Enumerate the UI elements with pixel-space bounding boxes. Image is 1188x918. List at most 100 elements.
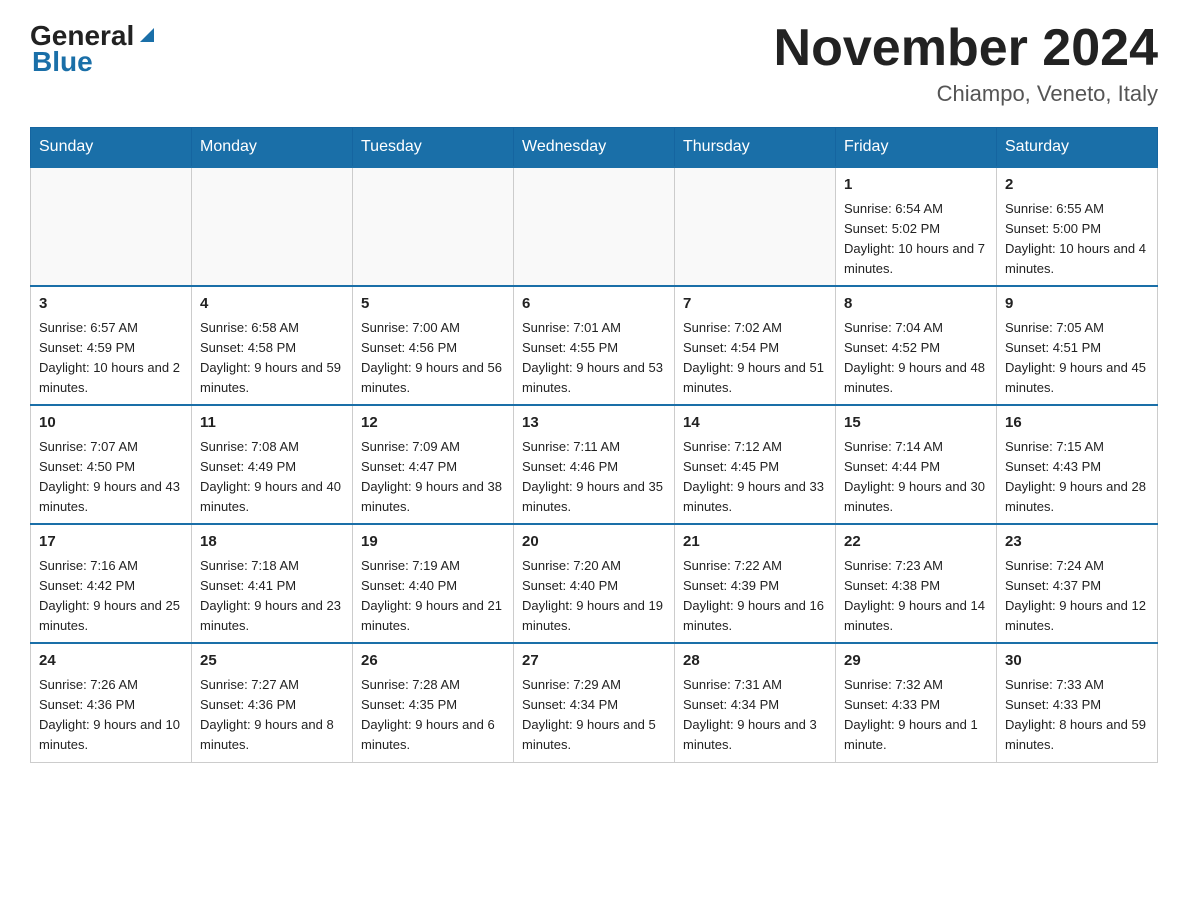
calendar-cell: 19Sunrise: 7:19 AM Sunset: 4:40 PM Dayli… xyxy=(353,524,514,643)
day-info: Sunrise: 7:16 AM Sunset: 4:42 PM Dayligh… xyxy=(39,556,183,637)
calendar-cell: 1Sunrise: 6:54 AM Sunset: 5:02 PM Daylig… xyxy=(836,167,997,286)
day-info: Sunrise: 7:11 AM Sunset: 4:46 PM Dayligh… xyxy=(522,437,666,518)
calendar-cell: 5Sunrise: 7:00 AM Sunset: 4:56 PM Daylig… xyxy=(353,286,514,405)
day-number: 24 xyxy=(39,650,183,673)
day-number: 13 xyxy=(522,412,666,435)
day-number: 6 xyxy=(522,293,666,316)
calendar-cell: 10Sunrise: 7:07 AM Sunset: 4:50 PM Dayli… xyxy=(31,405,192,524)
day-info: Sunrise: 7:02 AM Sunset: 4:54 PM Dayligh… xyxy=(683,318,827,399)
day-number: 18 xyxy=(200,531,344,554)
day-info: Sunrise: 7:04 AM Sunset: 4:52 PM Dayligh… xyxy=(844,318,988,399)
day-number: 14 xyxy=(683,412,827,435)
calendar-week-row: 17Sunrise: 7:16 AM Sunset: 4:42 PM Dayli… xyxy=(31,524,1158,643)
calendar-cell: 27Sunrise: 7:29 AM Sunset: 4:34 PM Dayli… xyxy=(514,643,675,762)
calendar-cell xyxy=(192,167,353,286)
day-info: Sunrise: 6:57 AM Sunset: 4:59 PM Dayligh… xyxy=(39,318,183,399)
day-info: Sunrise: 7:12 AM Sunset: 4:45 PM Dayligh… xyxy=(683,437,827,518)
day-number: 12 xyxy=(361,412,505,435)
calendar-cell: 9Sunrise: 7:05 AM Sunset: 4:51 PM Daylig… xyxy=(997,286,1158,405)
calendar-cell: 18Sunrise: 7:18 AM Sunset: 4:41 PM Dayli… xyxy=(192,524,353,643)
calendar-cell: 2Sunrise: 6:55 AM Sunset: 5:00 PM Daylig… xyxy=(997,167,1158,286)
day-info: Sunrise: 6:58 AM Sunset: 4:58 PM Dayligh… xyxy=(200,318,344,399)
day-number: 5 xyxy=(361,293,505,316)
weekday-header-tuesday: Tuesday xyxy=(353,128,514,168)
page-header: General Blue November 2024 Chiampo, Vene… xyxy=(30,20,1158,107)
day-number: 2 xyxy=(1005,174,1149,197)
weekday-header-friday: Friday xyxy=(836,128,997,168)
day-number: 22 xyxy=(844,531,988,554)
day-info: Sunrise: 7:14 AM Sunset: 4:44 PM Dayligh… xyxy=(844,437,988,518)
day-info: Sunrise: 7:33 AM Sunset: 4:33 PM Dayligh… xyxy=(1005,675,1149,756)
day-info: Sunrise: 7:08 AM Sunset: 4:49 PM Dayligh… xyxy=(200,437,344,518)
day-number: 9 xyxy=(1005,293,1149,316)
day-number: 27 xyxy=(522,650,666,673)
day-info: Sunrise: 7:05 AM Sunset: 4:51 PM Dayligh… xyxy=(1005,318,1149,399)
calendar-cell: 20Sunrise: 7:20 AM Sunset: 4:40 PM Dayli… xyxy=(514,524,675,643)
day-number: 30 xyxy=(1005,650,1149,673)
calendar-cell: 25Sunrise: 7:27 AM Sunset: 4:36 PM Dayli… xyxy=(192,643,353,762)
calendar-cell xyxy=(675,167,836,286)
location-title: Chiampo, Veneto, Italy xyxy=(774,81,1158,107)
calendar-table: SundayMondayTuesdayWednesdayThursdayFrid… xyxy=(30,127,1158,762)
day-info: Sunrise: 7:26 AM Sunset: 4:36 PM Dayligh… xyxy=(39,675,183,756)
day-info: Sunrise: 7:00 AM Sunset: 4:56 PM Dayligh… xyxy=(361,318,505,399)
calendar-cell: 11Sunrise: 7:08 AM Sunset: 4:49 PM Dayli… xyxy=(192,405,353,524)
day-number: 15 xyxy=(844,412,988,435)
calendar-cell: 22Sunrise: 7:23 AM Sunset: 4:38 PM Dayli… xyxy=(836,524,997,643)
day-info: Sunrise: 7:29 AM Sunset: 4:34 PM Dayligh… xyxy=(522,675,666,756)
calendar-cell: 16Sunrise: 7:15 AM Sunset: 4:43 PM Dayli… xyxy=(997,405,1158,524)
calendar-cell: 29Sunrise: 7:32 AM Sunset: 4:33 PM Dayli… xyxy=(836,643,997,762)
day-info: Sunrise: 7:24 AM Sunset: 4:37 PM Dayligh… xyxy=(1005,556,1149,637)
day-info: Sunrise: 7:32 AM Sunset: 4:33 PM Dayligh… xyxy=(844,675,988,756)
calendar-cell: 15Sunrise: 7:14 AM Sunset: 4:44 PM Dayli… xyxy=(836,405,997,524)
calendar-cell: 21Sunrise: 7:22 AM Sunset: 4:39 PM Dayli… xyxy=(675,524,836,643)
day-info: Sunrise: 7:20 AM Sunset: 4:40 PM Dayligh… xyxy=(522,556,666,637)
day-number: 17 xyxy=(39,531,183,554)
day-number: 10 xyxy=(39,412,183,435)
day-info: Sunrise: 7:15 AM Sunset: 4:43 PM Dayligh… xyxy=(1005,437,1149,518)
day-info: Sunrise: 6:54 AM Sunset: 5:02 PM Dayligh… xyxy=(844,199,988,280)
day-number: 4 xyxy=(200,293,344,316)
day-info: Sunrise: 7:27 AM Sunset: 4:36 PM Dayligh… xyxy=(200,675,344,756)
day-number: 28 xyxy=(683,650,827,673)
weekday-header-thursday: Thursday xyxy=(675,128,836,168)
calendar-cell: 26Sunrise: 7:28 AM Sunset: 4:35 PM Dayli… xyxy=(353,643,514,762)
day-number: 21 xyxy=(683,531,827,554)
calendar-cell: 23Sunrise: 7:24 AM Sunset: 4:37 PM Dayli… xyxy=(997,524,1158,643)
day-number: 19 xyxy=(361,531,505,554)
calendar-cell: 7Sunrise: 7:02 AM Sunset: 4:54 PM Daylig… xyxy=(675,286,836,405)
calendar-cell xyxy=(514,167,675,286)
weekday-header-sunday: Sunday xyxy=(31,128,192,168)
day-info: Sunrise: 7:19 AM Sunset: 4:40 PM Dayligh… xyxy=(361,556,505,637)
day-info: Sunrise: 7:09 AM Sunset: 4:47 PM Dayligh… xyxy=(361,437,505,518)
calendar-cell: 17Sunrise: 7:16 AM Sunset: 4:42 PM Dayli… xyxy=(31,524,192,643)
calendar-cell xyxy=(353,167,514,286)
calendar-cell: 30Sunrise: 7:33 AM Sunset: 4:33 PM Dayli… xyxy=(997,643,1158,762)
day-number: 23 xyxy=(1005,531,1149,554)
day-number: 1 xyxy=(844,174,988,197)
day-info: Sunrise: 7:31 AM Sunset: 4:34 PM Dayligh… xyxy=(683,675,827,756)
day-number: 16 xyxy=(1005,412,1149,435)
logo-blue-text: Blue xyxy=(32,46,93,78)
calendar-cell: 6Sunrise: 7:01 AM Sunset: 4:55 PM Daylig… xyxy=(514,286,675,405)
calendar-cell: 3Sunrise: 6:57 AM Sunset: 4:59 PM Daylig… xyxy=(31,286,192,405)
logo: General Blue xyxy=(30,20,158,78)
calendar-cell: 12Sunrise: 7:09 AM Sunset: 4:47 PM Dayli… xyxy=(353,405,514,524)
weekday-header-row: SundayMondayTuesdayWednesdayThursdayFrid… xyxy=(31,128,1158,168)
calendar-week-row: 3Sunrise: 6:57 AM Sunset: 4:59 PM Daylig… xyxy=(31,286,1158,405)
calendar-week-row: 1Sunrise: 6:54 AM Sunset: 5:02 PM Daylig… xyxy=(31,167,1158,286)
day-info: Sunrise: 6:55 AM Sunset: 5:00 PM Dayligh… xyxy=(1005,199,1149,280)
day-info: Sunrise: 7:28 AM Sunset: 4:35 PM Dayligh… xyxy=(361,675,505,756)
day-info: Sunrise: 7:22 AM Sunset: 4:39 PM Dayligh… xyxy=(683,556,827,637)
weekday-header-monday: Monday xyxy=(192,128,353,168)
logo-triangle-icon xyxy=(136,24,158,46)
calendar-cell: 8Sunrise: 7:04 AM Sunset: 4:52 PM Daylig… xyxy=(836,286,997,405)
day-number: 25 xyxy=(200,650,344,673)
calendar-week-row: 10Sunrise: 7:07 AM Sunset: 4:50 PM Dayli… xyxy=(31,405,1158,524)
weekday-header-saturday: Saturday xyxy=(997,128,1158,168)
calendar-cell: 24Sunrise: 7:26 AM Sunset: 4:36 PM Dayli… xyxy=(31,643,192,762)
day-number: 7 xyxy=(683,293,827,316)
day-number: 20 xyxy=(522,531,666,554)
calendar-week-row: 24Sunrise: 7:26 AM Sunset: 4:36 PM Dayli… xyxy=(31,643,1158,762)
calendar-cell: 4Sunrise: 6:58 AM Sunset: 4:58 PM Daylig… xyxy=(192,286,353,405)
